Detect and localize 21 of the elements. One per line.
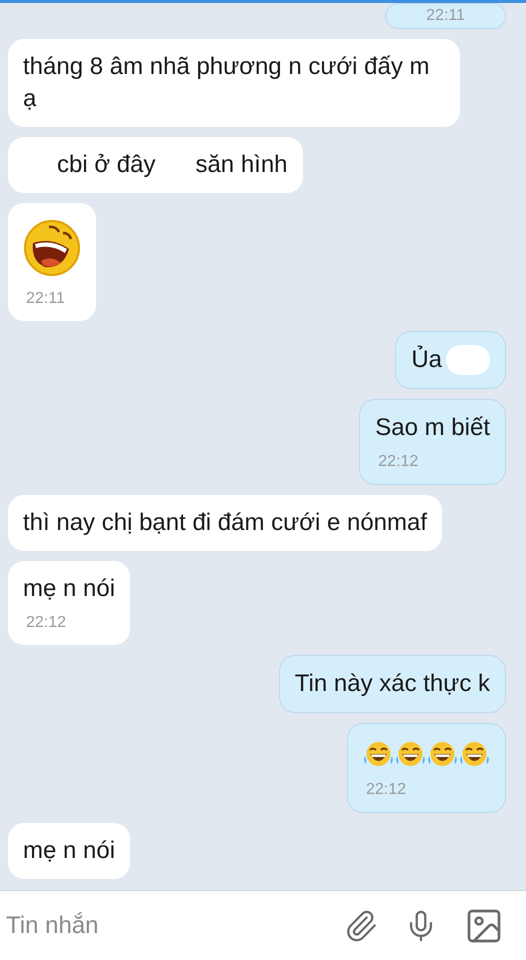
message-time: 22:11: [426, 6, 465, 26]
tears-of-joy-emoji-icon: [427, 740, 458, 768]
message-input[interactable]: Tin nhắn: [6, 908, 318, 944]
paperclip-icon[interactable]: [344, 908, 378, 942]
tears-of-joy-emoji-icon: [395, 740, 426, 768]
message-text: mẹ n nói: [23, 836, 116, 866]
message-time: 22:11: [25, 289, 66, 309]
message-time: 22:12: [25, 613, 68, 633]
message-text: thì nay chị bạnt đi đám cưới e nónmaf: [23, 508, 428, 538]
message-text: mẹ n nói: [23, 574, 116, 604]
message-text: Tin này xác thực k: [294, 669, 490, 699]
message-text: Ủa: [411, 344, 442, 375]
message-time: 22:12: [377, 452, 420, 472]
message-text: Sao m biết: [375, 413, 490, 443]
tears-of-joy-emoji-icon: [459, 740, 490, 768]
message-time: 22:12: [365, 780, 408, 800]
message-text: săn hình: [195, 150, 288, 180]
message-text: cbi ở đây: [57, 150, 156, 180]
message-text: tháng 8 âm nhã phương n cưới đấy m ạ: [23, 52, 430, 114]
laughing-emoji-icon: [23, 219, 81, 277]
tears-of-joy-emoji-icon: [363, 740, 394, 768]
